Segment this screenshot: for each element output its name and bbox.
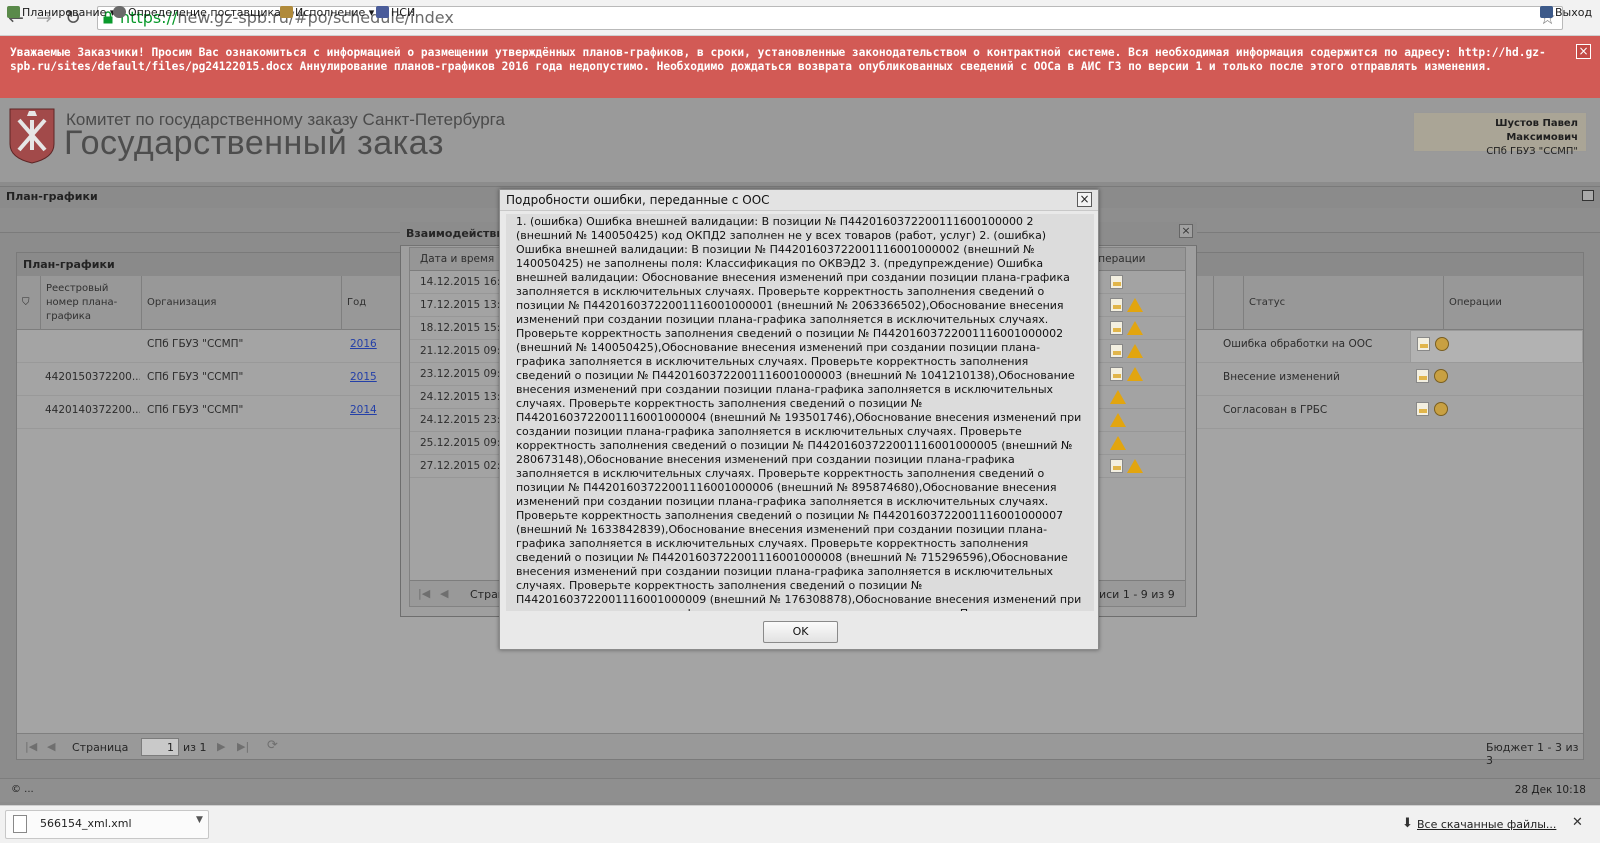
status-bar (0, 778, 1600, 802)
grid-pager: |◀ ◀ Страница из 1 ▶ ▶| ⟳ Бюджет 1 - 3 и… (17, 733, 1583, 767)
warning-icon[interactable] (1110, 390, 1126, 404)
menu-planning[interactable]: Планирование ▾ (7, 6, 115, 19)
col-status[interactable]: Статус (1243, 276, 1443, 330)
warning-icon[interactable] (1127, 344, 1143, 358)
exit-button[interactable]: Выход (1540, 6, 1592, 19)
collapse-icon[interactable] (1582, 190, 1594, 201)
banner-close-icon[interactable]: × (1576, 44, 1591, 59)
warning-icon[interactable] (1127, 367, 1143, 381)
exit-icon (1540, 6, 1553, 18)
interaction-datetime: 17.12.2015 13:1 (420, 299, 508, 311)
user-org: СПб ГБУЗ "ССМП" (1486, 146, 1578, 157)
document-icon[interactable] (1110, 275, 1123, 289)
menu-supplier[interactable]: Определение поставщика ▾ (113, 6, 290, 19)
next-page-icon[interactable]: ▶ (217, 740, 225, 753)
warning-icon[interactable] (1127, 298, 1143, 312)
cell-org: СПб ГБУЗ "ССМП" (147, 371, 244, 383)
operations-cell (1410, 330, 1583, 363)
chevron-down-icon[interactable]: ▼ (196, 815, 203, 825)
coat-of-arms-logo (9, 108, 55, 164)
interaction-datetime: 14.12.2015 16:0 (420, 276, 508, 288)
interaction-close-icon[interactable]: × (1179, 224, 1193, 238)
close-icon[interactable]: ✕ (1572, 815, 1583, 830)
col-organization[interactable]: Организация (141, 276, 341, 330)
cell-org: СПб ГБУЗ "ССМП" (147, 338, 244, 350)
user-info[interactable]: Шустов Павел Максимович СПб ГБУЗ "ССМП" (1413, 112, 1587, 157)
cell-year-link[interactable]: 2015 (350, 371, 377, 383)
col-operations[interactable]: Операции (1443, 276, 1583, 330)
error-details-text[interactable]: 1. (ошибка) Ошибка внешней валидации: В … (506, 214, 1094, 611)
copyright-text: © ... (11, 784, 34, 795)
menu-execution[interactable]: Исполнение ▾ (280, 6, 374, 19)
interaction-datetime: 24.12.2015 13:3 (420, 391, 508, 403)
interaction-datetime: 21.12.2015 09:4 (420, 345, 508, 357)
alert-banner: Уважаемые Заказчики! Просим Вас ознакоми… (0, 36, 1600, 98)
refresh-icon[interactable]: ⟳ (267, 738, 278, 753)
execution-icon (280, 6, 293, 18)
first-page-icon[interactable]: |◀ (25, 740, 37, 753)
error-dialog-title: Подробности ошибки, переданные с ООС (500, 190, 1098, 211)
cell-status: Внесение изменений (1223, 371, 1340, 383)
error-dialog-close-icon[interactable]: × (1077, 192, 1092, 207)
pager-summary: Бюджет 1 - 3 из 3 (1486, 741, 1579, 767)
interaction-datetime: 27.12.2015 02:2 (420, 460, 508, 472)
prev-page-icon[interactable]: ◀ (47, 740, 55, 753)
col-year[interactable]: Год (341, 276, 401, 330)
download-file-name[interactable]: 566154_xml.xml (40, 817, 132, 830)
document-icon[interactable] (1110, 298, 1123, 312)
col-datetime[interactable]: Дата и время (420, 253, 494, 265)
document-icon[interactable] (1416, 369, 1429, 383)
document-icon[interactable] (1416, 402, 1429, 416)
last-page-icon[interactable]: ▶| (237, 740, 249, 753)
ok-button[interactable]: OK (763, 621, 838, 643)
download-bar (0, 805, 1600, 843)
emblem-icon[interactable] (1434, 402, 1448, 416)
interaction-datetime: 25.12.2015 09:3 (420, 437, 508, 449)
datetime-text: 28 Дек 10:18 (1514, 784, 1586, 796)
gear-icon (113, 6, 126, 18)
document-icon[interactable] (1110, 367, 1123, 381)
operations-cell (1410, 396, 1583, 429)
warning-icon[interactable] (1127, 321, 1143, 335)
warning-icon[interactable] (1110, 413, 1126, 427)
emblem-icon[interactable] (1434, 369, 1448, 383)
document-icon[interactable] (1110, 459, 1123, 473)
operations-cell (1410, 363, 1583, 396)
cell-year-link[interactable]: 2016 (350, 338, 377, 350)
prev-page-icon[interactable]: ◀ (440, 587, 448, 600)
interaction-datetime: 18.12.2015 15:0 (420, 322, 508, 334)
interaction-datetime: 24.12.2015 23:5 (420, 414, 508, 426)
cell-status: Ошибка обработки на ООС (1223, 338, 1373, 350)
warning-icon[interactable] (1110, 436, 1126, 450)
col-reg-number[interactable]: Реестровый номер плана-графика (40, 276, 141, 330)
planning-icon (7, 6, 20, 18)
cell-reg: 4420140372200... (45, 404, 140, 416)
document-icon[interactable] (1417, 337, 1430, 351)
cell-org: СПб ГБУЗ "ССМП" (147, 404, 244, 416)
menu-nsi[interactable]: НСИ (376, 6, 415, 19)
emblem-icon[interactable] (1435, 337, 1449, 351)
page-of-label: из 1 (183, 741, 207, 754)
app-title: Государственный заказ (64, 124, 444, 162)
page-input[interactable] (141, 738, 179, 756)
file-icon (13, 815, 27, 833)
col-hidden[interactable] (1213, 276, 1243, 330)
interaction-datetime: 23.12.2015 09:3 (420, 368, 508, 380)
cell-reg: 4420150372200... (45, 371, 140, 383)
user-name: Шустов Павел Максимович (1495, 118, 1578, 143)
filter-icon[interactable]: ⛉ (17, 276, 40, 330)
book-icon (376, 6, 389, 18)
page-label: Страница (72, 741, 129, 754)
cell-year-link[interactable]: 2014 (350, 404, 377, 416)
alert-banner-text: Уважаемые Заказчики! Просим Вас ознакоми… (10, 46, 1546, 73)
first-page-icon[interactable]: |◀ (418, 587, 430, 600)
document-icon[interactable] (1110, 344, 1123, 358)
all-downloads-link[interactable]: Все скачанные файлы... (1417, 818, 1556, 831)
cell-status: Согласован в ГРБС (1223, 404, 1328, 416)
warning-icon[interactable] (1127, 459, 1143, 473)
document-icon[interactable] (1110, 321, 1123, 335)
download-icon: ⬇ (1402, 816, 1413, 831)
